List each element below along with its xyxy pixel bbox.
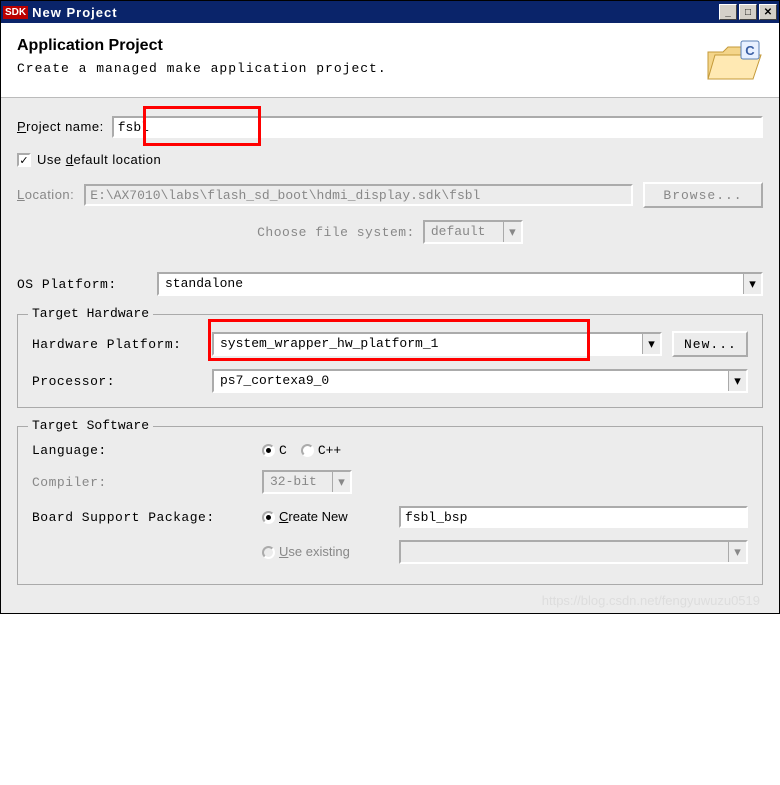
bsp-name-input[interactable] (399, 506, 748, 528)
language-c-radio[interactable] (262, 444, 275, 457)
page-title: Application Project (17, 37, 703, 55)
close-button[interactable]: ✕ (759, 4, 777, 20)
chevron-down-icon[interactable]: ▾ (743, 274, 761, 294)
bsp-existing-select: ▾ (399, 540, 748, 564)
browse-button: Browse... (643, 182, 763, 208)
maximize-button[interactable]: □ (739, 4, 757, 20)
processor-select[interactable]: ps7_cortexa9_0 ▾ (212, 369, 748, 393)
titlebar: SDK New Project _ □ ✕ (1, 1, 779, 23)
page-description: Create a managed make application projec… (17, 61, 703, 76)
chevron-down-icon: ▾ (728, 542, 746, 562)
bsp-use-existing-label: Use existing (279, 544, 399, 560)
target-hardware-legend: Target Hardware (28, 306, 153, 321)
processor-label: Processor: (32, 374, 212, 389)
compiler-label: Compiler: (32, 475, 262, 490)
bsp-label: Board Support Package: (32, 510, 262, 525)
bsp-use-existing-radio (262, 546, 275, 559)
new-hardware-button[interactable]: New... (672, 331, 748, 357)
language-c-label: C (279, 443, 287, 458)
choose-filesystem-label: Choose file system: (257, 225, 415, 240)
filesystem-select: default ▾ (423, 220, 523, 244)
chevron-down-icon[interactable]: ▾ (728, 371, 746, 391)
target-software-fieldset: Target Software Language: C C++ Compiler… (17, 426, 763, 585)
new-project-window: SDK New Project _ □ ✕ Application Projec… (0, 0, 780, 614)
bsp-create-new-label: Create New (279, 509, 399, 525)
window-title: New Project (32, 5, 719, 20)
use-default-location-checkbox[interactable]: ✓ (17, 153, 31, 167)
chevron-down-icon: ▾ (332, 472, 350, 492)
chevron-down-icon: ▾ (503, 222, 521, 242)
watermark: https://blog.csdn.net/fengyuwuzu0519 (542, 593, 760, 608)
sdk-icon: SDK (3, 6, 28, 19)
language-cpp-label: C++ (318, 443, 341, 458)
location-input (84, 184, 633, 206)
location-label: Location: (17, 187, 74, 203)
target-hardware-fieldset: Target Hardware Hardware Platform: syste… (17, 314, 763, 408)
target-software-legend: Target Software (28, 418, 153, 433)
chevron-down-icon[interactable]: ▾ (642, 334, 660, 354)
bsp-create-new-radio[interactable] (262, 511, 275, 524)
hardware-platform-select[interactable]: system_wrapper_hw_platform_1 ▾ (212, 332, 662, 356)
os-platform-select[interactable]: standalone ▾ (157, 272, 763, 296)
minimize-button[interactable]: _ (719, 4, 737, 20)
os-platform-label: OS Platform: (17, 277, 157, 292)
dialog-header: Application Project Create a managed mak… (1, 23, 779, 98)
use-default-location-label: Use default location (37, 152, 161, 168)
language-label: Language: (32, 443, 262, 458)
project-name-label: Project name: (17, 119, 104, 135)
hardware-platform-label: Hardware Platform: (32, 337, 212, 352)
svg-text:C: C (745, 43, 755, 58)
project-name-input[interactable] (112, 116, 763, 138)
folder-c-icon: C (703, 37, 763, 87)
language-cpp-radio[interactable] (301, 444, 314, 457)
compiler-select: 32-bit ▾ (262, 470, 352, 494)
